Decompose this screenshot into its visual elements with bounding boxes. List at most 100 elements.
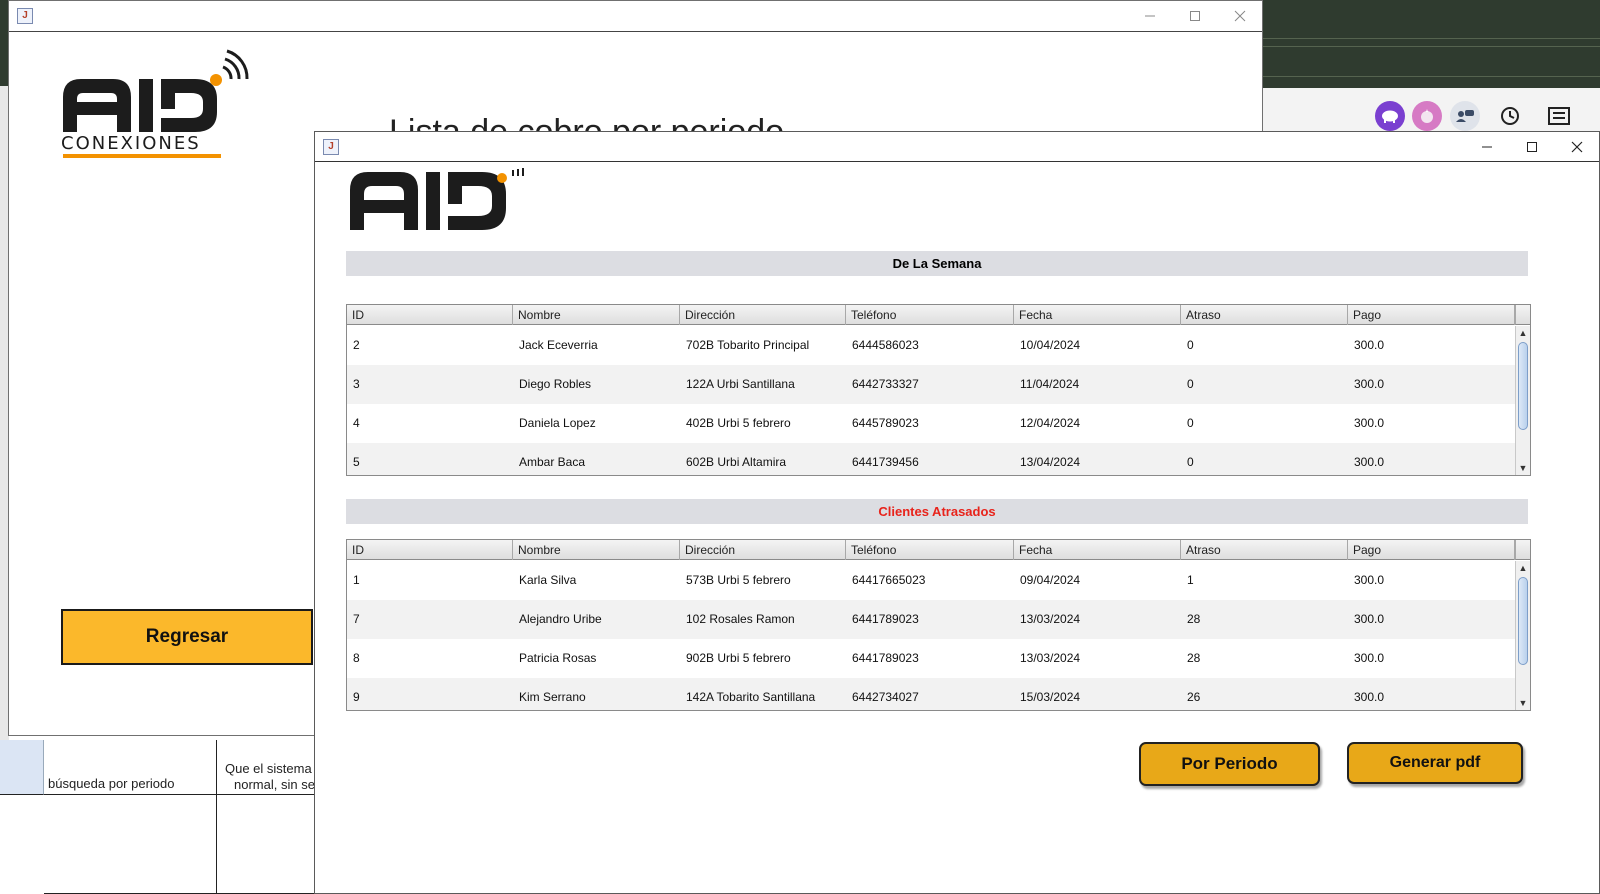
onion-icon[interactable] bbox=[1412, 101, 1442, 131]
cell-nombre: Kim Serrano bbox=[519, 690, 586, 704]
column-header-pago[interactable]: Pago bbox=[1348, 305, 1515, 325]
cell-fecha: 13/04/2024 bbox=[1020, 455, 1081, 469]
close-button[interactable] bbox=[1554, 132, 1599, 162]
cell-telefono: 64417665023 bbox=[852, 573, 926, 587]
column-header-direccion[interactable]: Dirección bbox=[680, 540, 846, 560]
cell-id: 2 bbox=[353, 338, 360, 352]
table-corner bbox=[1515, 540, 1530, 560]
cell-atraso: 1 bbox=[1187, 573, 1194, 587]
late-section-title: Clientes Atrasados bbox=[878, 504, 996, 519]
cell-id: 9 bbox=[353, 690, 360, 704]
sheet-cell[interactable] bbox=[44, 795, 217, 894]
table-row[interactable]: 4 Daniela Lopez 402B Urbi 5 febrero 6445… bbox=[347, 404, 1515, 443]
minimize-button[interactable] bbox=[1464, 132, 1509, 162]
late-table-body: 1 Karla Silva 573B Urbi 5 febrero 644176… bbox=[347, 561, 1515, 710]
close-button[interactable] bbox=[1217, 1, 1262, 31]
column-header-pago[interactable]: Pago bbox=[1348, 540, 1515, 560]
cell-fecha: 13/03/2024 bbox=[1020, 612, 1081, 626]
cell-fecha: 15/03/2024 bbox=[1020, 690, 1081, 704]
report-window: J De La Semana ID Nombre Dirección Teléf… bbox=[314, 131, 1600, 894]
column-header-nombre[interactable]: Nombre bbox=[513, 540, 680, 560]
late-section-header: Clientes Atrasados bbox=[346, 499, 1528, 524]
table-row[interactable]: 3 Diego Robles 122A Urbi Santillana 6442… bbox=[347, 365, 1515, 404]
cell-direccion: 102 Rosales Ramon bbox=[686, 612, 795, 626]
table-row[interactable]: 8 Patricia Rosas 902B Urbi 5 febrero 644… bbox=[347, 639, 1515, 678]
column-header-direccion[interactable]: Dirección bbox=[680, 305, 846, 325]
cell-pago: 300.0 bbox=[1354, 416, 1385, 430]
main-window-titlebar[interactable]: J bbox=[9, 1, 1262, 32]
cell-pago: 300.0 bbox=[1354, 612, 1385, 626]
table-row[interactable]: 9 Kim Serrano 142A Tobarito Santillana 6… bbox=[347, 678, 1515, 710]
table-row[interactable]: 7 Alejandro Uribe 102 Rosales Ramon 6441… bbox=[347, 600, 1515, 639]
logo-text: CONEXIONES bbox=[61, 133, 201, 154]
cell-atraso: 28 bbox=[1187, 651, 1201, 665]
cell-telefono: 6444586023 bbox=[852, 338, 919, 352]
chat-bubble-icon[interactable] bbox=[1450, 101, 1480, 131]
late-table-scrollbar[interactable]: ▲ ▼ bbox=[1515, 561, 1530, 710]
generar-pdf-button[interactable]: Generar pdf bbox=[1347, 742, 1523, 784]
cell-atraso: 28 bbox=[1187, 612, 1201, 626]
cell-telefono: 6442734027 bbox=[852, 690, 919, 704]
regresar-button[interactable]: Regresar bbox=[61, 609, 313, 665]
scroll-up-icon[interactable]: ▲ bbox=[1516, 326, 1530, 340]
history-icon[interactable] bbox=[1495, 101, 1525, 131]
cell-id: 5 bbox=[353, 455, 360, 469]
cell-id: 4 bbox=[353, 416, 360, 430]
column-header-fecha[interactable]: Fecha bbox=[1014, 540, 1181, 560]
column-header-atraso[interactable]: Atraso bbox=[1181, 305, 1348, 325]
cell-nombre: Jack Eceverria bbox=[519, 338, 598, 352]
cell-fecha: 11/04/2024 bbox=[1020, 377, 1080, 391]
report-window-titlebar[interactable]: J bbox=[315, 132, 1599, 162]
table-row[interactable]: 2 Jack Eceverria 702B Tobarito Principal… bbox=[347, 326, 1515, 365]
cell-telefono: 6441789023 bbox=[852, 651, 919, 665]
table-row[interactable]: 1 Karla Silva 573B Urbi 5 febrero 644176… bbox=[347, 561, 1515, 600]
cell-nombre: Ambar Baca bbox=[519, 455, 586, 469]
sheet-cell-text: normal, sin se bbox=[234, 777, 315, 792]
cell-id: 3 bbox=[353, 377, 360, 391]
pig-icon[interactable] bbox=[1375, 101, 1405, 131]
company-logo: CONEXIONES bbox=[61, 47, 251, 162]
sheet-cell-text: búsqueda por periodo bbox=[48, 776, 175, 791]
column-header-id[interactable]: ID bbox=[347, 305, 513, 325]
cell-pago: 300.0 bbox=[1354, 651, 1385, 665]
minimize-button[interactable] bbox=[1127, 1, 1172, 31]
column-header-id[interactable]: ID bbox=[347, 540, 513, 560]
cell-atraso: 0 bbox=[1187, 455, 1194, 469]
company-logo bbox=[350, 168, 535, 232]
weekly-table-header: ID Nombre Dirección Teléfono Fecha Atras… bbox=[347, 305, 1515, 325]
column-header-atraso[interactable]: Atraso bbox=[1181, 540, 1348, 560]
weekly-table-scrollbar[interactable]: ▲ ▼ bbox=[1515, 326, 1530, 475]
java-app-icon: J bbox=[17, 8, 33, 24]
java-app-icon: J bbox=[323, 139, 339, 155]
por-periodo-button[interactable]: Por Periodo bbox=[1139, 742, 1320, 786]
scroll-thumb[interactable] bbox=[1518, 342, 1528, 430]
late-table-header: ID Nombre Dirección Teléfono Fecha Atras… bbox=[347, 540, 1515, 560]
list-icon[interactable] bbox=[1544, 101, 1574, 131]
cell-atraso: 26 bbox=[1187, 690, 1201, 704]
cell-pago: 300.0 bbox=[1354, 573, 1385, 587]
scroll-thumb[interactable] bbox=[1518, 577, 1528, 665]
cell-pago: 300.0 bbox=[1354, 377, 1385, 391]
cell-direccion: 402B Urbi 5 febrero bbox=[686, 416, 791, 430]
table-row[interactable]: 5 Ambar Baca 602B Urbi Altamira 64417394… bbox=[347, 443, 1515, 475]
column-header-fecha[interactable]: Fecha bbox=[1014, 305, 1181, 325]
cell-telefono: 6441739456 bbox=[852, 455, 919, 469]
sheet-cell[interactable]: búsqueda por periodo bbox=[44, 740, 217, 795]
cell-atraso: 0 bbox=[1187, 416, 1194, 430]
cell-pago: 300.0 bbox=[1354, 690, 1385, 704]
column-header-telefono[interactable]: Teléfono bbox=[846, 540, 1014, 560]
column-header-telefono[interactable]: Teléfono bbox=[846, 305, 1014, 325]
late-table: ID Nombre Dirección Teléfono Fecha Atras… bbox=[346, 539, 1531, 711]
cell-atraso: 0 bbox=[1187, 377, 1194, 391]
weekly-section-header: De La Semana bbox=[346, 251, 1528, 276]
scroll-down-icon[interactable]: ▼ bbox=[1516, 461, 1530, 475]
cell-id: 8 bbox=[353, 651, 360, 665]
cell-fecha: 09/04/2024 bbox=[1020, 573, 1081, 587]
maximize-button[interactable] bbox=[1509, 132, 1554, 162]
background-app-header bbox=[1262, 0, 1600, 88]
scroll-down-icon[interactable]: ▼ bbox=[1516, 696, 1530, 710]
scroll-up-icon[interactable]: ▲ bbox=[1516, 561, 1530, 575]
column-header-nombre[interactable]: Nombre bbox=[513, 305, 680, 325]
maximize-button[interactable] bbox=[1172, 1, 1217, 31]
cell-nombre: Karla Silva bbox=[519, 573, 577, 587]
